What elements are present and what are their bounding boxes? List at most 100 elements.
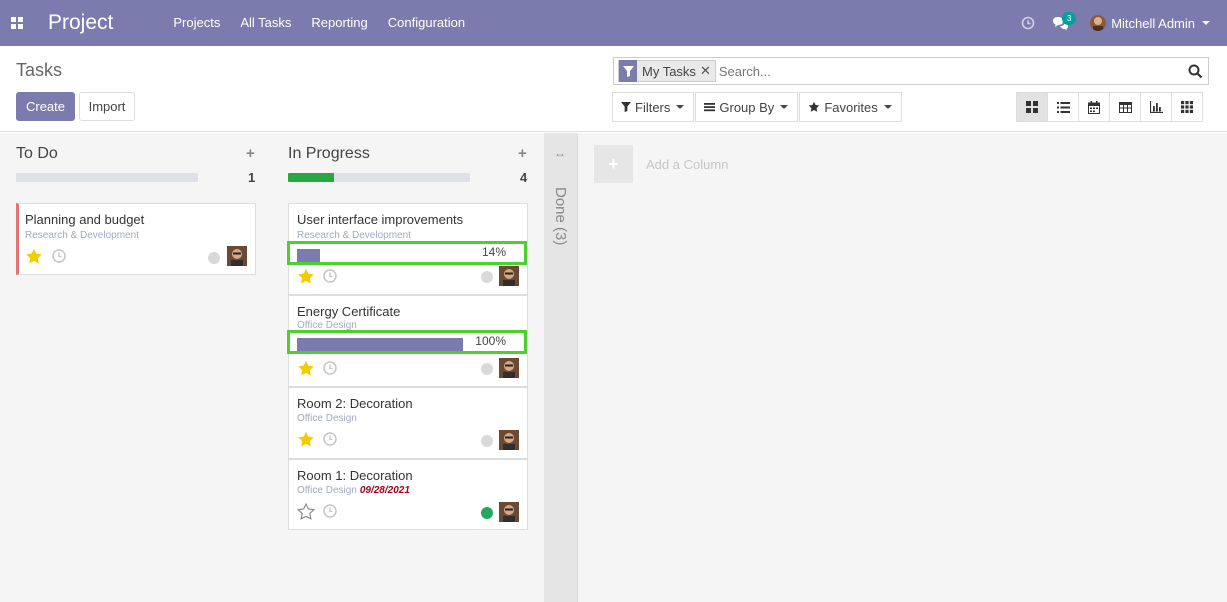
menu-configuration[interactable]: Configuration	[378, 0, 475, 46]
bars-icon	[704, 102, 716, 112]
activity-clock-icon[interactable]	[52, 249, 66, 263]
assignee-avatar	[499, 358, 519, 378]
kanban-view-icon[interactable]	[1016, 92, 1048, 122]
progress-fill	[297, 249, 321, 262]
column-title[interactable]: To Do	[16, 145, 58, 163]
add-column-area: + Add a Column	[577, 133, 1227, 602]
facet-label: My Tasks	[642, 63, 696, 79]
kanban-card[interactable]: Planning and budget Research & Developme…	[16, 203, 256, 275]
add-column-plus-icon[interactable]: +	[594, 145, 633, 183]
kanban-card[interactable]: User interface improvements Research & D…	[287, 203, 528, 295]
kanban-state-dot[interactable]	[481, 435, 493, 447]
star-icon[interactable]	[297, 268, 315, 285]
chevron-down-icon	[883, 105, 892, 109]
activity-clock-icon[interactable]	[1012, 0, 1044, 46]
progress-track	[297, 338, 463, 351]
chevron-down-icon	[676, 105, 685, 109]
kanban-state-dot[interactable]	[481, 363, 493, 375]
column-count: 4	[520, 170, 528, 185]
user-caret-icon	[1202, 21, 1210, 25]
task-progress: 14%	[287, 241, 527, 265]
calendar-view-icon[interactable]	[1078, 92, 1110, 122]
filter-icon	[621, 102, 631, 112]
import-button[interactable]: Import	[79, 92, 135, 121]
column-progress-bar[interactable]	[288, 173, 470, 182]
search-bar: My Tasks ✕	[613, 57, 1209, 85]
column-progress-bar[interactable]	[16, 173, 198, 182]
quick-create-icon[interactable]: +	[246, 145, 255, 162]
kanban-card[interactable]: Energy Certificate Office Design 100%	[287, 295, 528, 387]
activity-view-icon[interactable]	[1171, 92, 1203, 122]
card-project-line: Office Design 09/28/2021	[297, 485, 410, 496]
progress-track	[297, 249, 463, 262]
search-input[interactable]	[718, 63, 1182, 79]
app-brand[interactable]: Project	[48, 11, 113, 35]
group-by-label: Group By	[719, 99, 775, 115]
column-progress-fill	[288, 173, 334, 182]
star-outline-icon[interactable]	[296, 502, 316, 520]
top-navbar: Project Projects All Tasks Reporting Con…	[0, 0, 1227, 46]
apps-menu-icon[interactable]	[0, 0, 34, 46]
kanban-card[interactable]: Room 1: Decoration Office Design 09/28/20…	[288, 459, 528, 530]
kanban-board: To Do + 1 Planning and budget Research &…	[0, 133, 1227, 602]
activity-clock-icon[interactable]	[323, 269, 337, 283]
search-icon[interactable]	[1182, 58, 1208, 84]
messages-badge: 3	[1062, 12, 1077, 25]
pivot-view-icon[interactable]	[1109, 92, 1141, 122]
kanban-state-dot[interactable]	[481, 271, 493, 283]
graph-view-icon[interactable]	[1140, 92, 1172, 122]
progress-label: 14%	[481, 245, 506, 259]
page-title: Tasks	[16, 60, 63, 80]
create-button[interactable]: Create	[16, 92, 75, 121]
list-view-icon[interactable]	[1047, 92, 1079, 122]
assignee-avatar	[499, 430, 519, 450]
view-switcher	[1016, 92, 1203, 122]
kanban-column-todo: To Do + 1 Planning and budget Research &…	[0, 133, 256, 602]
chevron-down-icon	[780, 105, 789, 109]
card-project: Office Design	[297, 413, 357, 424]
activity-clock-icon[interactable]	[323, 504, 337, 518]
favorites-dropdown[interactable]: Favorites	[799, 92, 902, 122]
search-options: Filters Group By Favorites	[612, 92, 902, 122]
control-panel: Tasks Create Import My Tasks ✕ Filters G…	[0, 46, 1227, 132]
card-title: Planning and budget	[25, 212, 145, 227]
messages-icon[interactable]: 3	[1044, 0, 1077, 46]
filters-dropdown[interactable]: Filters	[612, 92, 695, 122]
star-icon[interactable]	[25, 248, 43, 265]
column-count: 1	[248, 170, 256, 185]
card-title: User interface improvements	[297, 212, 464, 227]
kanban-card[interactable]: Room 2: Decoration Office Design	[288, 387, 528, 459]
kanban-column-in-progress: In Progress + 4 User interface improveme…	[272, 133, 528, 602]
menu-reporting[interactable]: Reporting	[301, 0, 377, 46]
quick-create-icon[interactable]: +	[518, 145, 527, 162]
main-menu: Projects All Tasks Reporting Configurati…	[163, 0, 475, 46]
activity-clock-icon[interactable]	[323, 432, 337, 446]
card-project: Research & Development	[25, 230, 139, 241]
card-project: Research & Development	[297, 230, 411, 241]
kanban-column-done-folded[interactable]: ↔ Done (3)	[544, 133, 577, 602]
menu-projects[interactable]: Projects	[163, 0, 230, 46]
kanban-state-dot[interactable]	[208, 252, 220, 264]
menu-all-tasks[interactable]: All Tasks	[230, 0, 301, 46]
activity-clock-icon[interactable]	[323, 361, 337, 375]
task-progress: 100%	[287, 330, 527, 354]
card-title: Room 1: Decoration	[297, 468, 413, 483]
add-column-label[interactable]: Add a Column	[646, 157, 728, 172]
progress-fill	[297, 338, 463, 351]
card-title: Room 2: Decoration	[297, 396, 413, 411]
assignee-avatar	[499, 266, 519, 286]
navbar-systray: 3 Mitchell Admin	[1012, 0, 1227, 46]
filter-icon	[619, 60, 637, 82]
column-title[interactable]: In Progress	[288, 145, 370, 163]
group-by-dropdown[interactable]: Group By	[695, 92, 799, 122]
user-avatar	[1090, 15, 1107, 31]
star-icon[interactable]	[297, 431, 315, 448]
user-menu[interactable]: Mitchell Admin	[1090, 15, 1210, 31]
card-deadline: 09/28/2021	[359, 485, 410, 496]
favorites-label: Favorites	[824, 99, 878, 115]
unfold-arrows-icon[interactable]: ↔	[554, 146, 566, 160]
card-title: Energy Certificate	[297, 304, 401, 319]
star-icon[interactable]	[297, 360, 315, 377]
kanban-state-dot[interactable]	[481, 507, 493, 519]
facet-remove-icon[interactable]: ✕	[700, 63, 715, 79]
